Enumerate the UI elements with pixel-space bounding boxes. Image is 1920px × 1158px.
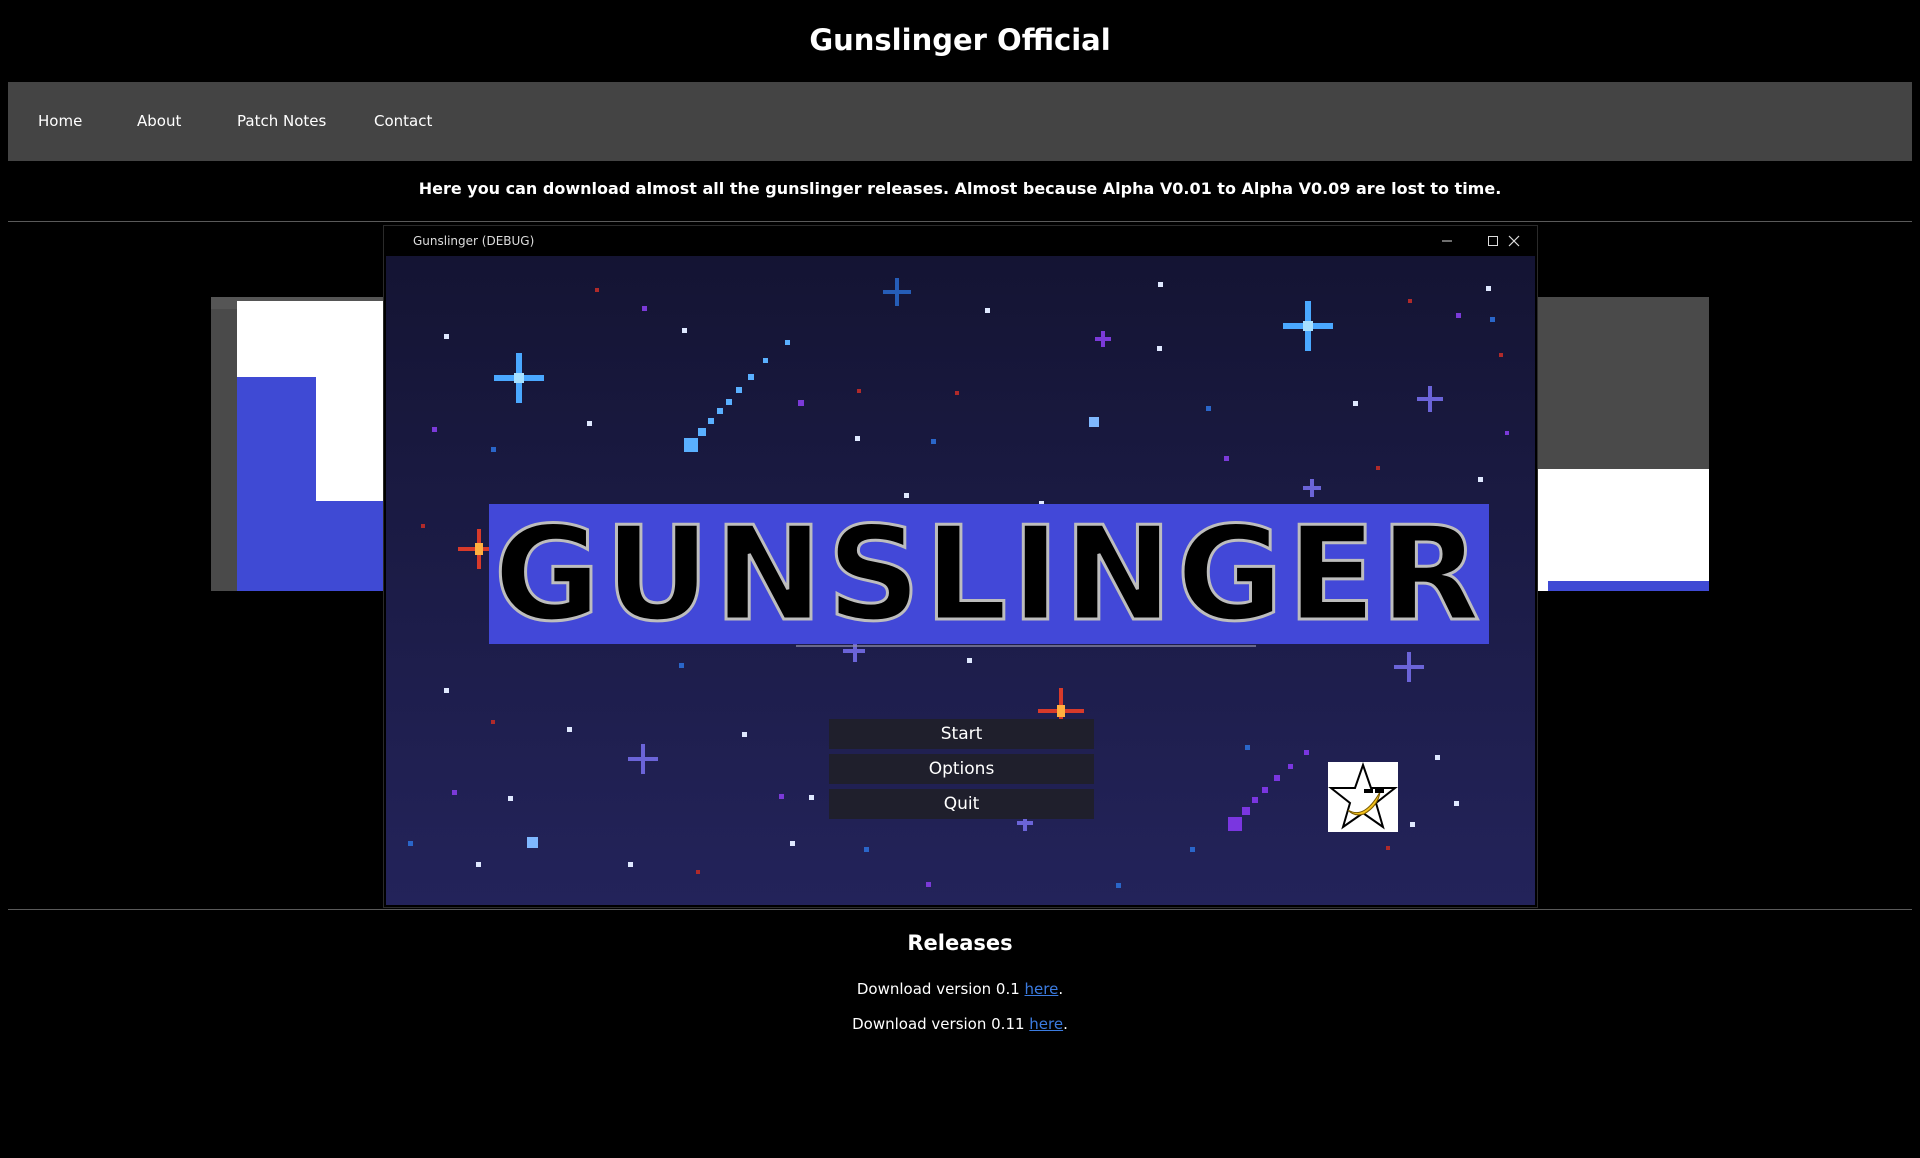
intro-text: Here you can download almost all the gun… [418,179,1502,198]
release-suffix: . [1058,980,1064,998]
game-window: Gunslinger (DEBUG) GUNSLINGER Start Opti… [383,225,1538,908]
nav-about[interactable]: About [137,82,181,161]
divider-top [8,221,1912,222]
nav-home[interactable]: Home [38,82,82,161]
menu-options-button[interactable]: Options [829,754,1094,784]
game-logo-text: GUNSLINGER [492,498,1485,650]
release-item: Download version 0.1 here. [0,980,1920,998]
close-icon[interactable] [1491,226,1537,256]
nav-patch-notes[interactable]: Patch Notes [237,82,326,161]
menu-start-button[interactable]: Start [829,719,1094,749]
menu-quit-button[interactable]: Quit [829,789,1094,819]
developer-logo-badge [1328,761,1398,832]
release-text: Download version 0.11 [852,1015,1030,1033]
divider-bottom [8,909,1912,910]
site-title: Gunslinger Official [809,23,1111,57]
release-item: Download version 0.11 here. [0,1015,1920,1033]
release-suffix: . [1063,1015,1068,1033]
background-window-right [1536,297,1709,591]
release-text: Download version 0.1 [856,980,1025,998]
game-logo-banner: GUNSLINGER [489,498,1489,650]
game-window-title: Gunslinger (DEBUG) [413,234,535,248]
background-window-left [211,297,386,591]
game-canvas[interactable]: GUNSLINGER Start Options Quit [386,256,1535,905]
download-link-v0-1[interactable]: here [1025,980,1059,998]
minimize-icon[interactable] [1424,226,1470,256]
download-link-v0-11[interactable]: here [1029,1015,1063,1033]
game-window-titlebar[interactable]: Gunslinger (DEBUG) [384,226,1537,256]
nav-contact[interactable]: Contact [374,82,432,161]
main-navbar: Home About Patch Notes Contact [8,82,1912,161]
releases-heading: Releases [907,931,1013,955]
